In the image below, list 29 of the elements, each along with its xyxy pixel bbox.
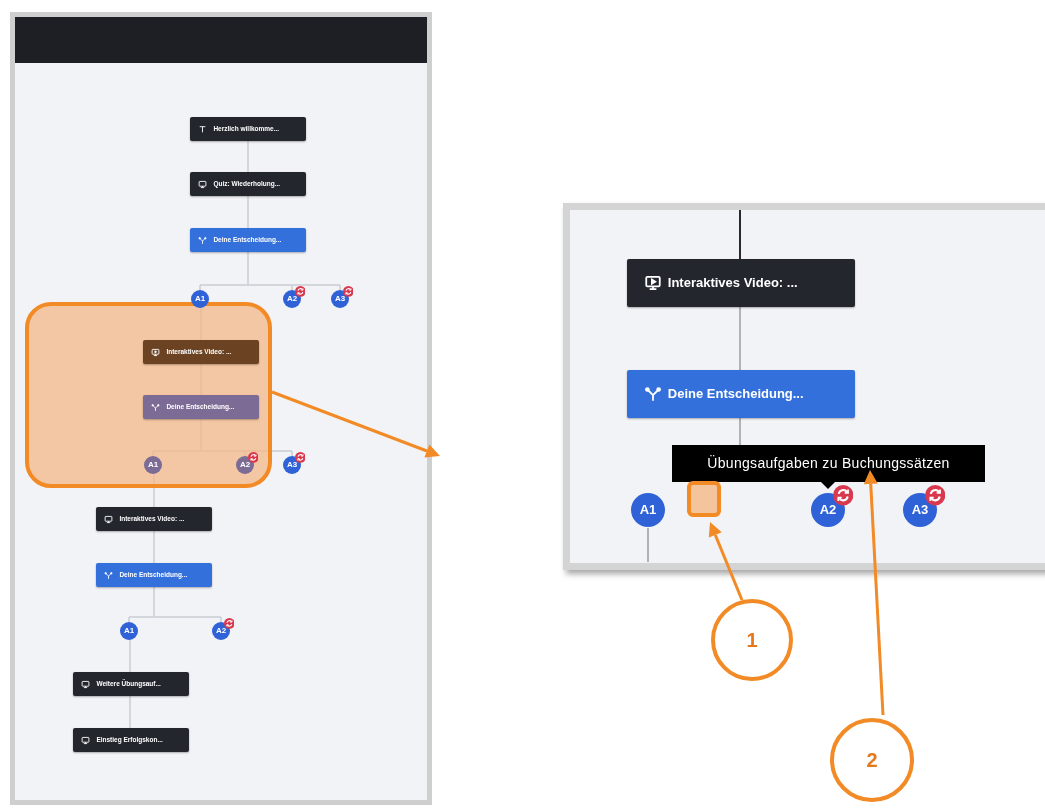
- connector-line: [739, 417, 741, 446]
- tooltip: Übungsaufgaben zu Buchungssätzen: [672, 445, 985, 482]
- flow-node[interactable]: Interaktives Video: ...: [627, 259, 855, 307]
- loop-badge-icon: [342, 285, 354, 297]
- tooltip-pointer: [821, 482, 835, 489]
- flow-node[interactable]: Deine Entscheidung...: [627, 370, 855, 418]
- monitor-icon: [81, 679, 91, 689]
- connector-line: [739, 306, 741, 371]
- branch-icon: [151, 402, 161, 412]
- loop-badge-icon: [294, 451, 306, 463]
- callout-number: 1: [711, 599, 793, 681]
- monitor-icon: [104, 514, 114, 524]
- loop-badge-icon: [294, 285, 306, 297]
- monitor-icon: [81, 735, 91, 745]
- highlight-marker: [687, 481, 721, 517]
- connector-line: [647, 527, 649, 563]
- loop-badge-icon: [223, 617, 235, 629]
- loop-badge-icon: [925, 485, 946, 506]
- monitor-icon: [198, 179, 208, 189]
- video-icon: [151, 347, 161, 357]
- callout-number: 2: [830, 718, 914, 802]
- connector-line: [739, 209, 741, 260]
- loop-badge-icon: [247, 451, 259, 463]
- branch-icon: [104, 570, 114, 580]
- branch-icon: [198, 235, 208, 245]
- video-icon: [643, 274, 662, 292]
- text-icon: [198, 124, 208, 134]
- branch-icon: [643, 385, 662, 403]
- loop-badge-icon: [833, 485, 854, 506]
